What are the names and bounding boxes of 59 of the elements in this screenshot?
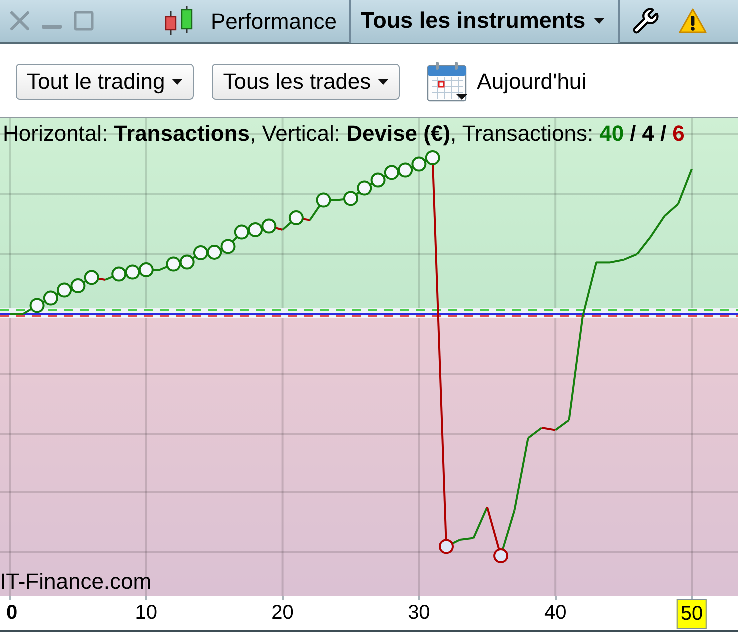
count-separator: / [660, 120, 667, 148]
candlestick-icon [163, 5, 195, 37]
data-point [370, 172, 386, 188]
calendar-icon [427, 60, 470, 102]
minimize-icon [42, 25, 62, 29]
axis-label: 40 [544, 601, 567, 626]
instrument-dropdown[interactable]: Tous les instruments [349, 0, 620, 43]
data-point [344, 191, 358, 206]
filter-dropdown[interactable]: Tout le trading [16, 64, 194, 100]
close-icon [10, 11, 30, 31]
count-separator: / [630, 120, 636, 148]
data-point [262, 218, 277, 234]
maximize-icon [74, 11, 94, 31]
chart-caption: Horizontal: Transactions, Vertical: Devise (€), Transactions: [3, 120, 594, 148]
axis-label: 0 [6, 601, 18, 626]
maximize-button[interactable] [74, 11, 94, 31]
filter-dropdown[interactable]: Tous les trades [212, 64, 400, 100]
data-point [180, 254, 195, 270]
data-point [288, 210, 304, 226]
trade-count: 4 [642, 120, 654, 148]
brand-label: IT-Finance.com [0, 569, 152, 595]
caret-icon [378, 78, 390, 84]
data-point [193, 246, 208, 260]
axis-label: 30 [408, 601, 430, 626]
caret-icon [594, 18, 605, 24]
data-point [384, 165, 400, 180]
trade-count: 40 [600, 120, 624, 148]
data-point [138, 262, 154, 278]
data-point [494, 548, 509, 564]
axis-label: 10 [135, 601, 158, 626]
data-point [43, 290, 58, 306]
wrench-icon [632, 7, 660, 35]
data-point [412, 156, 427, 172]
data-point [70, 278, 86, 294]
data-point [166, 256, 182, 272]
data-point [125, 264, 140, 280]
data-point [220, 239, 236, 254]
data-point [438, 539, 454, 554]
axis-label: 20 [272, 601, 294, 626]
warning-icon [679, 8, 707, 34]
data-point [316, 192, 332, 208]
data-point [207, 245, 222, 260]
close-button[interactable] [10, 11, 30, 31]
data-point [357, 180, 372, 196]
settings-button[interactable] [632, 7, 660, 35]
data-point [57, 282, 72, 298]
date-button[interactable]: Aujourd'hui [427, 60, 587, 102]
warning-button[interactable] [679, 8, 707, 34]
trade-count: 6 [672, 120, 685, 148]
data-point [248, 222, 264, 238]
data-point [398, 162, 414, 178]
caret-icon [172, 78, 184, 84]
data-point [30, 298, 45, 314]
axis-label: 50 [676, 599, 708, 629]
data-point [84, 270, 100, 286]
window-title: Performance [211, 8, 337, 36]
data-point [112, 266, 127, 282]
data-point [234, 224, 250, 240]
data-point [425, 150, 440, 166]
